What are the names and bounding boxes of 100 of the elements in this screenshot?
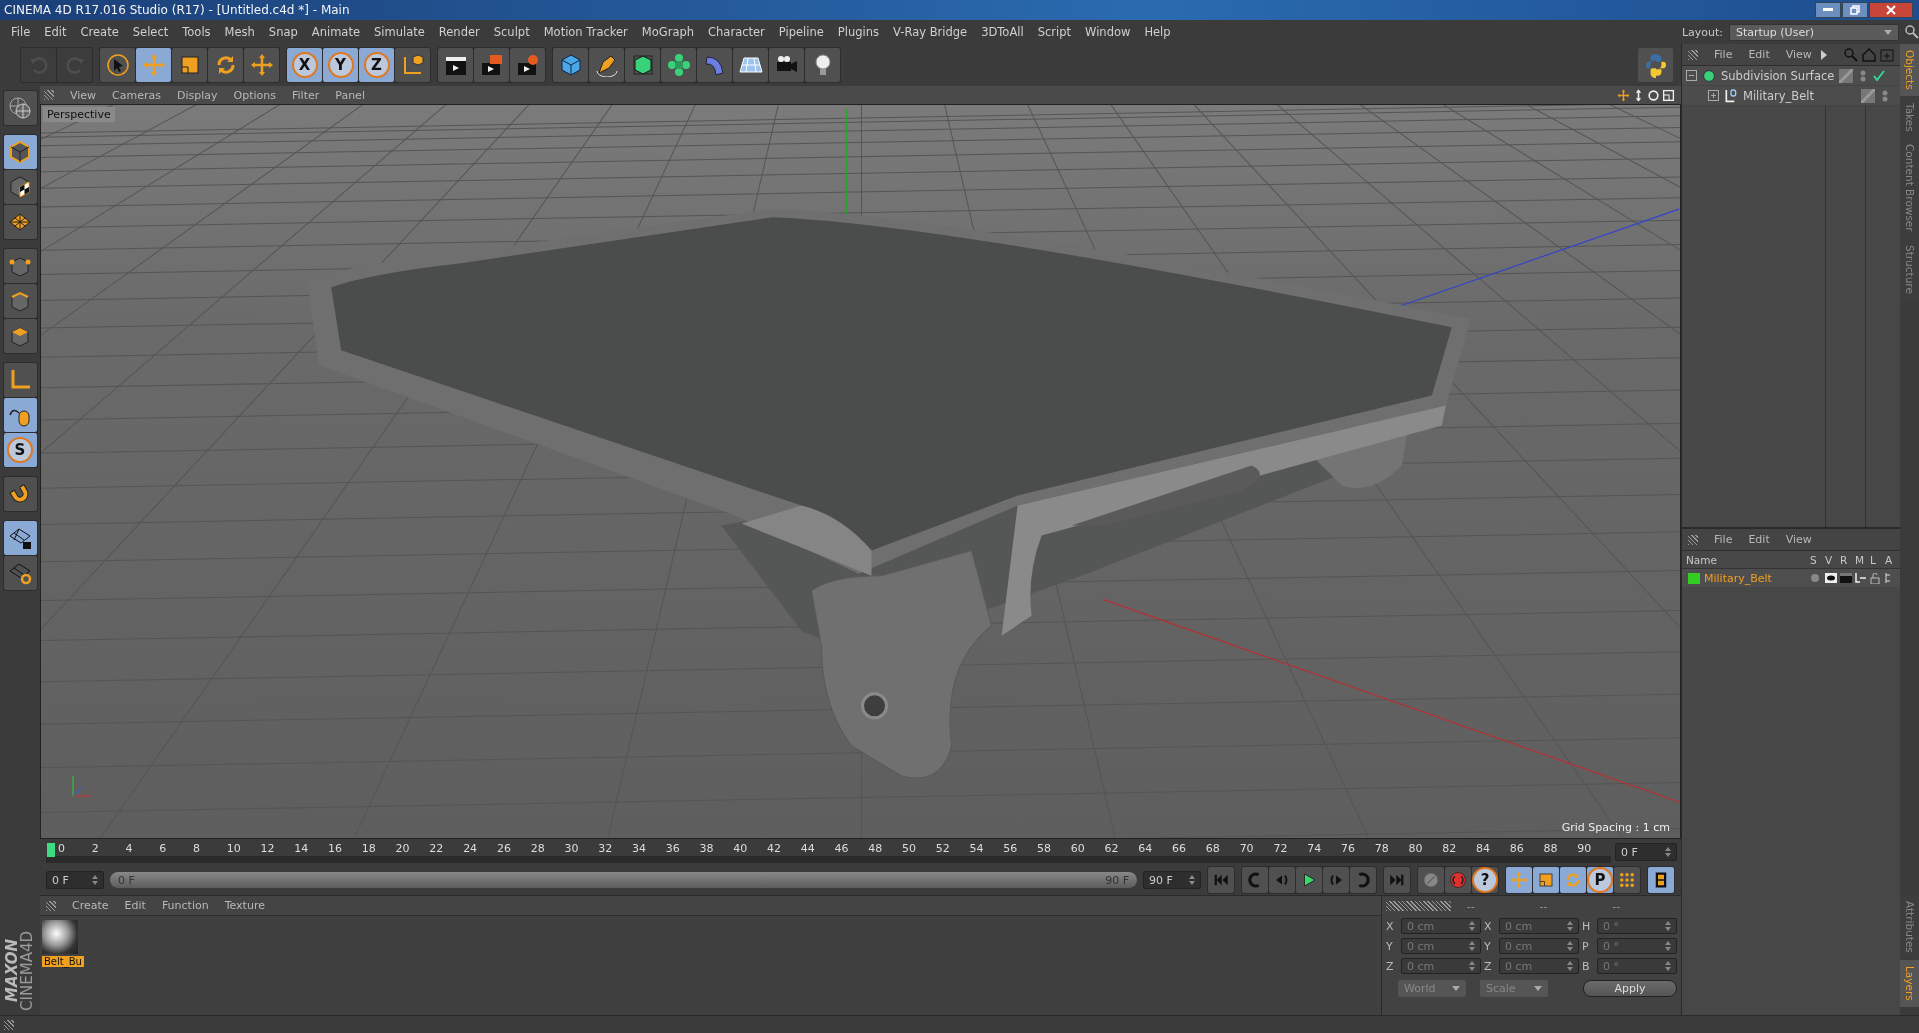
axis-mode-button[interactable] — [3, 363, 37, 397]
tweak-button[interactable] — [3, 398, 37, 432]
scale-button[interactable] — [1533, 867, 1559, 893]
play-button[interactable] — [1296, 867, 1322, 893]
collapse-toggle-icon[interactable] — [1686, 70, 1697, 81]
points-grid-button[interactable] — [1614, 867, 1640, 893]
render-view-button[interactable] — [438, 48, 473, 82]
menu-item[interactable]: Plugins — [830, 25, 887, 39]
cube-button[interactable] — [553, 48, 588, 82]
close-button[interactable] — [1869, 2, 1913, 18]
record-button[interactable] — [1445, 867, 1471, 893]
search-icon[interactable] — [1905, 25, 1919, 39]
menu-item[interactable]: Animate — [304, 25, 367, 39]
menu-item[interactable]: Script — [1030, 25, 1079, 39]
material-menu-item[interactable]: Function — [153, 899, 217, 912]
globe-button[interactable] — [3, 91, 37, 125]
animation-icon[interactable] — [1885, 573, 1891, 583]
apply-button[interactable]: Apply — [1583, 980, 1677, 997]
panel-menu-item[interactable]: Edit — [1740, 533, 1778, 546]
menu-item[interactable]: Create — [73, 25, 126, 39]
snap-button[interactable]: S — [3, 433, 37, 467]
menu-item[interactable]: Snap — [261, 25, 305, 39]
menu-item[interactable]: Simulate — [367, 25, 432, 39]
eye-icon[interactable] — [1825, 573, 1837, 583]
end-frame-field[interactable]: 90 F — [1143, 871, 1201, 889]
layer-tag-icon[interactable] — [1861, 88, 1875, 103]
clapperboard-icon[interactable] — [1840, 573, 1852, 583]
move-all-button[interactable] — [244, 48, 279, 82]
start-frame-field[interactable]: 0 F — [46, 871, 104, 889]
menu-item[interactable]: Pipeline — [771, 25, 831, 39]
rotate-button[interactable] — [208, 48, 243, 82]
axis-button[interactable]: Z — [359, 48, 394, 82]
axis-button[interactable]: Y — [323, 48, 358, 82]
menu-item[interactable]: Motion Tracker — [536, 25, 635, 39]
minimize-button[interactable] — [1815, 2, 1841, 18]
auto-key-button[interactable]: ? — [1472, 867, 1498, 893]
grid-sync-button[interactable] — [3, 556, 37, 590]
viewport-menu-item[interactable]: Display — [169, 88, 226, 102]
menu-item[interactable]: Tools — [175, 25, 218, 39]
3d-viewport[interactable]: Perspective Grid Spacing : 1 cm — [40, 104, 1681, 839]
menu-item[interactable]: Edit — [37, 25, 74, 39]
viewport-menu-item[interactable]: Panel — [327, 88, 373, 102]
play-arrow-icon[interactable] — [1819, 49, 1828, 60]
menu-item[interactable]: MoGraph — [634, 25, 702, 39]
layout-dropdown[interactable]: Startup (User) — [1729, 23, 1899, 41]
subdiv-button[interactable] — [625, 48, 660, 82]
polygons-button[interactable] — [3, 319, 37, 353]
padlock-icon[interactable] — [1870, 572, 1880, 584]
scale-button[interactable] — [172, 48, 207, 82]
solo-dot-icon[interactable] — [1810, 573, 1820, 583]
panel-menu-item[interactable]: File — [1706, 533, 1741, 546]
render-picture-button[interactable] — [474, 48, 509, 82]
panel-menu-item[interactable]: View — [1777, 533, 1820, 546]
film-button[interactable] — [1648, 867, 1674, 893]
layer-tag-icon[interactable] — [1839, 68, 1853, 83]
material-menu-item[interactable]: Create — [64, 899, 117, 912]
texture-button[interactable] — [3, 170, 37, 204]
menu-item[interactable]: Select — [125, 25, 176, 39]
param-button[interactable]: P — [1587, 867, 1613, 893]
side-tab[interactable]: Layers — [1900, 960, 1919, 1007]
menu-item[interactable]: Help — [1137, 25, 1178, 39]
side-tab[interactable]: Objects — [1900, 44, 1919, 96]
expand-toggle-icon[interactable] — [1708, 90, 1719, 101]
menu-item[interactable]: File — [4, 25, 38, 39]
panel-menu-item[interactable]: File — [1706, 48, 1741, 61]
maximize-view-icon[interactable] — [1662, 88, 1675, 102]
axis-button[interactable]: X — [287, 48, 322, 82]
timeline-ruler[interactable]: 0 2 4 6 8 10 12 14 16 18 20 22 24 26 28 30 32 34 36 38 40 42 44 46 48 50 52 54 56 58 60 62 64 66 68 70 72 74 76 78 80 82 84 86 88 90 — [46, 841, 1611, 863]
current-frame-field[interactable]: 0 F — [1615, 843, 1677, 861]
pen-button[interactable] — [589, 48, 624, 82]
model-button[interactable] — [3, 135, 37, 169]
material-menu-item[interactable]: Edit — [116, 899, 154, 912]
deformer-button[interactable] — [697, 48, 732, 82]
points-button[interactable] — [3, 249, 37, 283]
floor-button[interactable] — [733, 48, 768, 82]
enabled-check-icon[interactable] — [1873, 69, 1885, 82]
camera-button[interactable] — [769, 48, 804, 82]
manager-icon[interactable] — [1855, 573, 1867, 583]
grid-lock-button[interactable] — [3, 521, 37, 555]
menu-item[interactable]: Character — [701, 25, 772, 39]
menu-item[interactable]: V-Ray Bridge — [886, 25, 975, 39]
viewport-menu-item[interactable]: Cameras — [104, 88, 169, 102]
orbit-icon[interactable] — [1647, 88, 1660, 102]
menu-item[interactable]: Render — [431, 25, 487, 39]
material-menu-item[interactable]: Texture — [216, 899, 273, 912]
coord-button[interactable] — [395, 48, 430, 82]
viewport-menu-item[interactable]: Options — [225, 88, 284, 102]
light-button[interactable] — [805, 48, 840, 82]
select-button[interactable] — [100, 48, 135, 82]
maximize-button[interactable] — [1842, 2, 1868, 18]
python-button[interactable] — [1638, 48, 1673, 82]
viewport-menu-item[interactable]: Filter — [284, 88, 328, 102]
menu-item[interactable]: Mesh — [217, 25, 262, 39]
menu-item[interactable]: Window — [1078, 25, 1138, 39]
cloner-button[interactable] — [661, 48, 696, 82]
workplane-button[interactable] — [3, 205, 37, 239]
panel-menu-item[interactable]: View — [1777, 48, 1820, 61]
menu-item[interactable]: 3DToAll — [974, 25, 1031, 39]
render-settings-button[interactable] — [510, 48, 545, 82]
panel-menu-item[interactable]: Edit — [1740, 48, 1778, 61]
